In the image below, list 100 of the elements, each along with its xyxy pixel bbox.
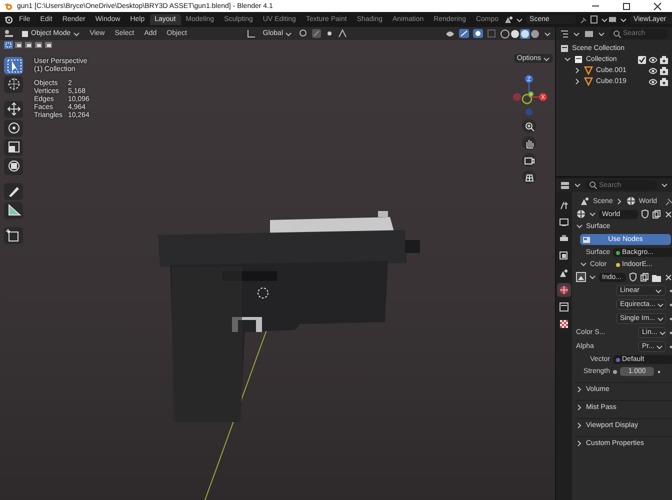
tool-button[interactable] bbox=[4, 57, 23, 74]
tool-button[interactable] bbox=[4, 158, 23, 175]
caret-icon[interactable] bbox=[576, 404, 583, 411]
view-button[interactable] bbox=[522, 153, 536, 167]
maximize-icon[interactable] bbox=[622, 2, 631, 10]
caret-icon bbox=[589, 211, 596, 217]
search-icon bbox=[589, 181, 597, 189]
properties-tab[interactable] bbox=[557, 283, 571, 297]
globe-icon bbox=[559, 285, 569, 295]
scene-icon[interactable] bbox=[504, 15, 513, 24]
tool-button[interactable] bbox=[4, 101, 23, 118]
camera-icon bbox=[524, 154, 534, 166]
ruler-icon bbox=[6, 203, 22, 218]
caret-icon bbox=[657, 316, 664, 322]
globe-icon[interactable] bbox=[576, 209, 586, 219]
overlay-toggle-icon[interactable] bbox=[473, 29, 483, 38]
falloff-icon[interactable] bbox=[338, 29, 347, 38]
proportional-icon[interactable] bbox=[325, 29, 334, 38]
caret-icon bbox=[598, 30, 605, 36]
checkbox[interactable] bbox=[638, 56, 646, 64]
caret-icon[interactable] bbox=[576, 422, 583, 429]
caret-icon bbox=[544, 30, 551, 36]
keyframe-dot-icon bbox=[657, 368, 661, 374]
shading-modes-icon[interactable] bbox=[500, 28, 540, 38]
eye-icon[interactable] bbox=[649, 56, 657, 64]
caret-icon[interactable] bbox=[574, 67, 581, 74]
close-icon[interactable] bbox=[653, 2, 662, 10]
gizmo-toggle-icon[interactable] bbox=[459, 29, 469, 38]
caret-icon bbox=[655, 288, 662, 294]
shield-icon[interactable] bbox=[629, 272, 637, 282]
tool-button[interactable] bbox=[4, 76, 23, 93]
properties-tab[interactable] bbox=[557, 317, 571, 331]
tool-button[interactable] bbox=[4, 139, 23, 156]
pin-icon[interactable] bbox=[664, 196, 672, 206]
move-icon bbox=[6, 102, 22, 117]
caret-icon bbox=[285, 30, 292, 36]
view-button[interactable] bbox=[522, 170, 536, 184]
caret-icon[interactable] bbox=[564, 56, 571, 63]
caret-icon[interactable] bbox=[576, 223, 583, 230]
copy-icon[interactable] bbox=[652, 210, 661, 218]
display-mode-icon[interactable] bbox=[560, 29, 569, 38]
rotate-icon bbox=[6, 121, 22, 136]
pivot-icon[interactable] bbox=[299, 29, 308, 38]
hand-icon bbox=[524, 138, 534, 148]
scale-icon bbox=[6, 140, 22, 155]
printer-icon bbox=[559, 234, 569, 244]
caret-icon bbox=[656, 344, 664, 350]
snap-icon[interactable] bbox=[312, 29, 321, 38]
copy-icon[interactable] bbox=[640, 272, 649, 282]
tool-button[interactable] bbox=[4, 183, 23, 200]
caret-icon bbox=[543, 56, 550, 62]
properties-tab[interactable] bbox=[557, 300, 571, 314]
new-scene-icon[interactable] bbox=[590, 15, 598, 24]
caret-icon bbox=[574, 182, 581, 188]
caret-icon bbox=[516, 16, 523, 22]
globe-icon bbox=[626, 196, 636, 206]
caret-icon bbox=[600, 16, 608, 22]
editor-type-icon[interactable] bbox=[4, 29, 14, 38]
blender-logo-icon[interactable] bbox=[4, 14, 14, 24]
caret-icon[interactable] bbox=[580, 261, 587, 268]
visibility-icon[interactable] bbox=[445, 29, 455, 38]
node-icon bbox=[583, 236, 590, 242]
zoom-icon bbox=[524, 120, 534, 132]
image-stack-icon bbox=[559, 251, 569, 261]
tool-button[interactable] bbox=[4, 227, 23, 244]
caret-icon bbox=[620, 16, 627, 22]
scene-icon bbox=[559, 268, 569, 278]
eye-icon[interactable] bbox=[649, 66, 657, 74]
grid-icon bbox=[524, 172, 534, 182]
add-cube-icon bbox=[6, 228, 22, 243]
view-button[interactable] bbox=[522, 136, 536, 150]
caret-icon[interactable] bbox=[576, 440, 583, 447]
camera-icon[interactable] bbox=[660, 66, 668, 74]
caret-icon[interactable] bbox=[574, 78, 581, 85]
scene-icon bbox=[580, 196, 590, 206]
cursor-icon bbox=[6, 77, 22, 92]
caret-icon bbox=[573, 30, 580, 36]
filter-icon[interactable] bbox=[584, 29, 594, 38]
cube-icon bbox=[21, 30, 29, 38]
view-button[interactable] bbox=[522, 119, 536, 133]
eye-icon[interactable] bbox=[649, 78, 657, 86]
camera-icon[interactable] bbox=[660, 78, 668, 86]
folder-icon[interactable] bbox=[652, 272, 661, 282]
editor-type-icon[interactable] bbox=[560, 180, 570, 190]
camera-icon[interactable] bbox=[660, 56, 668, 64]
shield-icon[interactable] bbox=[641, 209, 649, 219]
caret-icon bbox=[72, 30, 80, 36]
caret-icon bbox=[589, 274, 596, 280]
image-icon[interactable] bbox=[576, 272, 586, 282]
chevron-icon bbox=[616, 198, 623, 204]
xray-icon[interactable] bbox=[487, 29, 496, 38]
orientation-icon[interactable] bbox=[246, 29, 256, 38]
collection-box-icon bbox=[574, 55, 583, 64]
render-icon bbox=[559, 217, 569, 227]
collection-box-icon bbox=[560, 44, 569, 53]
caret-icon[interactable] bbox=[576, 386, 583, 393]
view-layer-icon[interactable] bbox=[608, 15, 617, 24]
pin-icon[interactable] bbox=[578, 16, 587, 24]
tool-button[interactable] bbox=[4, 202, 23, 219]
tool-button[interactable] bbox=[4, 120, 23, 137]
